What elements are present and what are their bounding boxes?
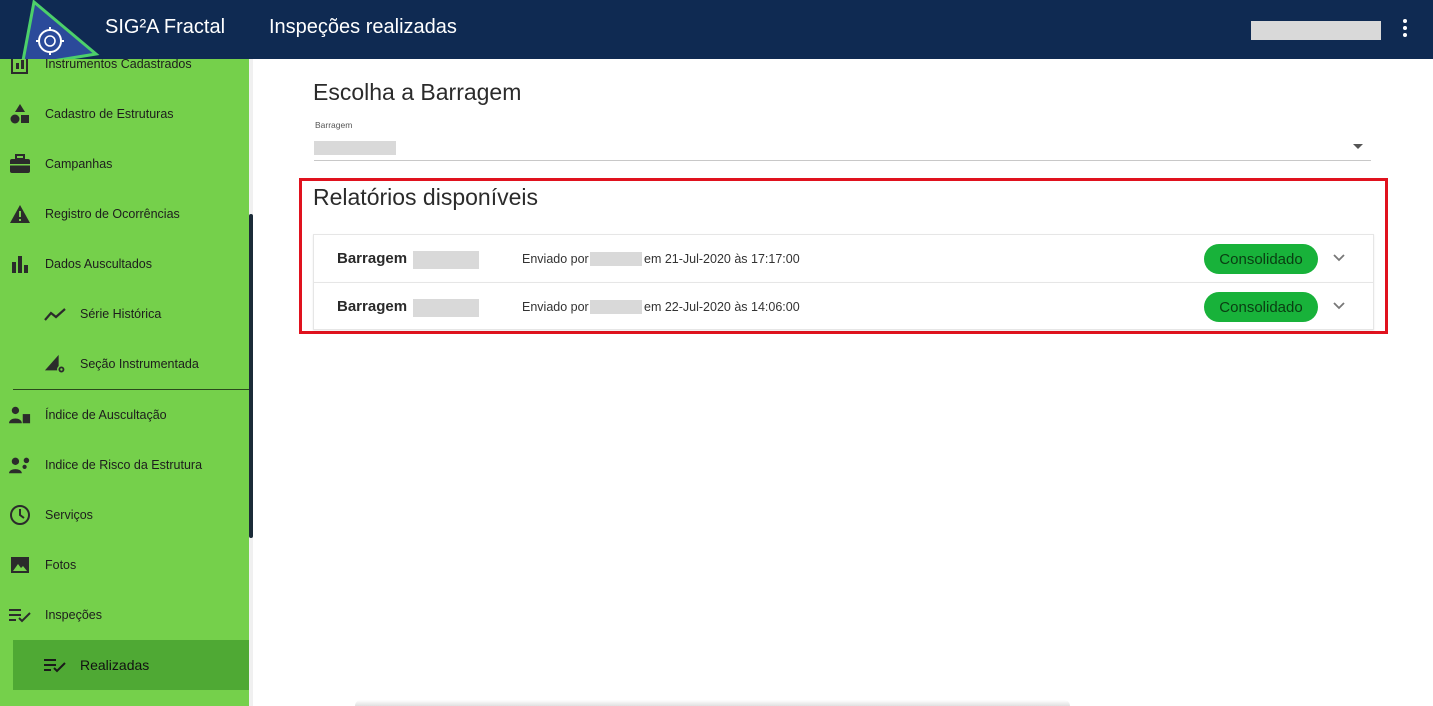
sidebar-item-instrumentos-cadastrados[interactable]: Instrumentos Cadastrados	[0, 59, 249, 89]
report-row[interactable]: Barragem Enviado por em 21-Jul-2020 às 1…	[313, 234, 1374, 282]
report-name-redacted	[413, 251, 479, 269]
sidebar-item-label: Campanhas	[45, 157, 113, 171]
sidebar-item-label: Indice de Risco da Estrutura	[45, 458, 203, 472]
trending-line-icon	[44, 303, 66, 325]
main-content: Escolha a Barragem Barragem Relatórios d…	[253, 59, 1433, 706]
worker-clipboard-icon	[9, 404, 31, 426]
image-icon	[9, 554, 31, 576]
sidebar-item-serie-historica[interactable]: Série Histórica	[0, 289, 249, 339]
sidebar-item-label: Instrumentos Cadastrados	[45, 59, 192, 71]
bar-chart-icon	[9, 253, 31, 275]
sidebar-item-label: Fotos	[45, 558, 77, 572]
dam-select-underline[interactable]	[314, 160, 1371, 161]
sidebar-item-registro-de-ocorrencias[interactable]: Registro de Ocorrências	[0, 189, 249, 239]
sidebar-item-realizadas[interactable]: Realizadas	[13, 640, 249, 690]
sidebar-item-label: Série Histórica	[80, 307, 162, 321]
sidebar: Instrumentos Cadastrados Cadastro de Est…	[0, 59, 249, 706]
sidebar-item-label: Índice de Auscultação	[45, 408, 167, 422]
app-logo-icon[interactable]	[14, 0, 104, 66]
choose-dam-title: Escolha a Barragem	[313, 79, 522, 105]
warning-icon	[9, 203, 31, 225]
sidebar-item-label: Inspeções	[45, 608, 102, 622]
sidebar-item-label: Serviços	[45, 508, 93, 522]
more-vertical-icon[interactable]	[1396, 16, 1414, 40]
list-check-icon	[44, 654, 66, 676]
chevron-down-icon[interactable]	[1332, 251, 1346, 265]
app-title: SIG²A Fractal	[105, 16, 226, 38]
report-name-redacted	[413, 299, 479, 317]
user-name-redacted[interactable]	[1251, 21, 1381, 40]
clock-icon	[9, 504, 31, 526]
sidebar-item-indice-de-risco[interactable]: Indice de Risco da Estrutura	[0, 440, 249, 490]
report-sent-prefix: Enviado por	[522, 252, 589, 266]
report-user-redacted	[590, 300, 642, 314]
sidebar-item-cadastro-de-estruturas[interactable]: Cadastro de Estruturas	[0, 89, 249, 139]
report-sent-date: em 21-Jul-2020 às 17:17:00	[644, 252, 800, 266]
report-name: Barragem	[337, 250, 408, 267]
bottom-panel-shadow	[355, 700, 1070, 706]
shapes-icon	[9, 103, 31, 125]
report-name: Barragem	[337, 298, 408, 315]
sidebar-item-servicos[interactable]: Serviços	[0, 490, 249, 540]
dam-select-label: Barragem	[315, 120, 353, 130]
page-title: Inspeções realizadas	[269, 16, 457, 38]
worker-gear-icon	[9, 454, 31, 476]
sidebar-item-label: Cadastro de Estruturas	[45, 107, 174, 121]
app-header: SIG²A Fractal Inspeções realizadas	[0, 0, 1433, 66]
status-badge: Consolidado	[1204, 292, 1318, 322]
sidebar-item-campanhas[interactable]: Campanhas	[0, 139, 249, 189]
sidebar-item-indice-de-auscultacao[interactable]: Índice de Auscultação	[0, 390, 249, 440]
clipboard-icon	[9, 59, 31, 75]
report-sent-date: em 22-Jul-2020 às 14:06:00	[644, 300, 800, 314]
status-badge: Consolidado	[1204, 244, 1318, 274]
sidebar-item-label: Realizadas	[80, 657, 150, 673]
report-user-redacted	[590, 252, 642, 266]
sidebar-item-label: Registro de Ocorrências	[45, 207, 180, 221]
report-sent-prefix: Enviado por	[522, 300, 589, 314]
sidebar-item-label: Dados Auscultados	[45, 257, 153, 271]
sidebar-item-inspecoes[interactable]: Inspeções	[0, 590, 249, 640]
chevron-down-icon[interactable]	[1332, 299, 1346, 313]
sidebar-item-label: Seção Instrumentada	[80, 357, 199, 371]
briefcase-icon	[9, 153, 31, 175]
caret-down-icon[interactable]	[1353, 144, 1363, 149]
report-list: Barragem Enviado por em 21-Jul-2020 às 1…	[313, 234, 1374, 330]
dam-select-value-redacted[interactable]	[314, 141, 396, 155]
sidebar-item-fotos[interactable]: Fotos	[0, 540, 249, 590]
list-check-icon	[9, 604, 31, 626]
sidebar-item-dados-auscultados[interactable]: Dados Auscultados	[0, 239, 249, 289]
section-gear-icon	[44, 353, 66, 375]
reports-title: Relatórios disponíveis	[313, 184, 539, 210]
sidebar-item-secao-instrumentada[interactable]: Seção Instrumentada	[0, 339, 249, 389]
report-row[interactable]: Barragem Enviado por em 22-Jul-2020 às 1…	[313, 282, 1374, 330]
